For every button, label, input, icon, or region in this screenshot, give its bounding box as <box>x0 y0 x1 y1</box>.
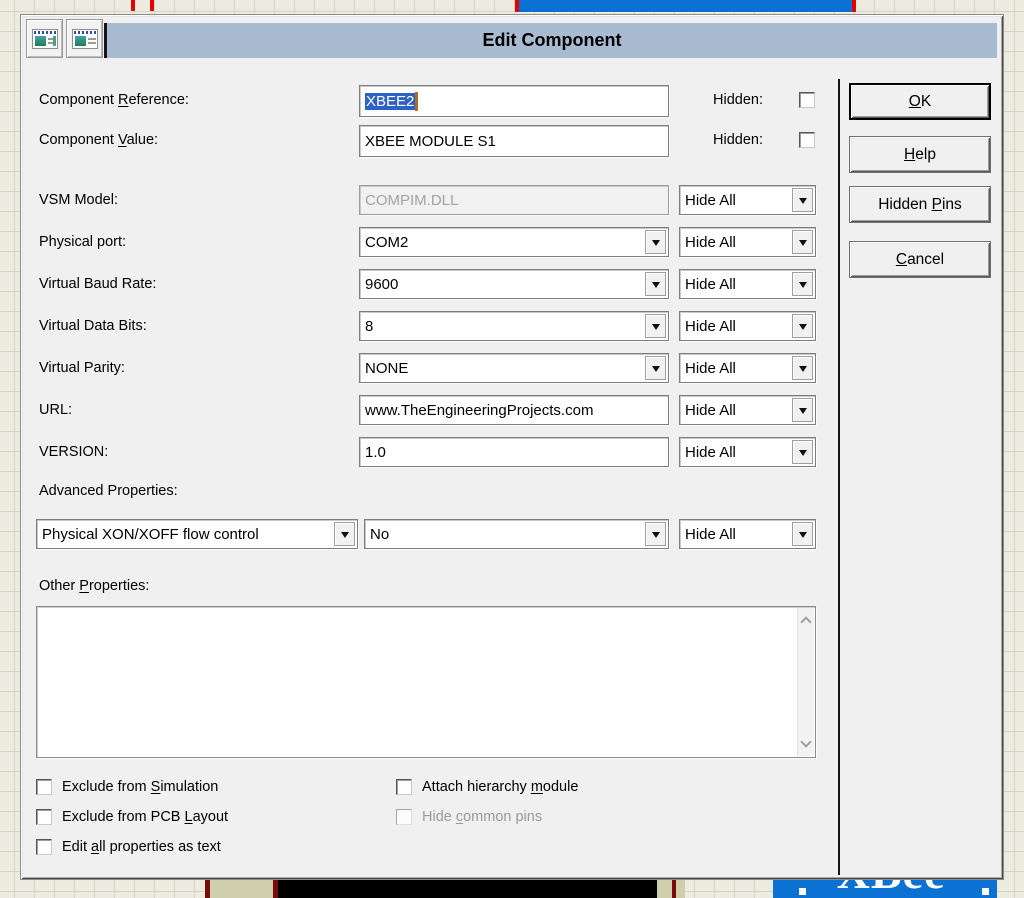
attach-hierarchy-module-option[interactable]: Attach hierarchy module <box>396 779 578 795</box>
button-column-divider <box>838 79 840 875</box>
chevron-down-icon[interactable] <box>792 398 813 422</box>
chevron-down-icon[interactable] <box>792 522 813 546</box>
ok-button[interactable]: OK <box>849 83 991 120</box>
version-hide-select[interactable]: Hide All <box>679 437 816 467</box>
value-hidden-checkbox[interactable] <box>799 132 815 148</box>
form-preview-icon <box>32 29 58 49</box>
chevron-down-icon[interactable] <box>792 440 813 464</box>
help-button[interactable]: Help <box>849 136 991 173</box>
chevron-down-icon[interactable] <box>792 272 813 296</box>
schematic-canvas: XBee Edit Component Component Reference:… <box>0 0 1024 898</box>
reference-hidden-checkbox[interactable] <box>799 92 815 108</box>
schematic-black-block <box>278 880 657 898</box>
chevron-down-icon[interactable] <box>792 188 813 212</box>
schematic-blue-block <box>519 0 852 12</box>
chevron-down-icon[interactable] <box>645 314 666 338</box>
red-wire-segment <box>150 0 154 11</box>
virtual-baud-rate-select[interactable]: 9600 <box>359 269 669 299</box>
chevron-down-icon[interactable] <box>334 522 355 546</box>
edit-all-properties-as-text-option[interactable]: Edit all properties as text <box>36 839 221 855</box>
hide-common-pins-label: Hide common pins <box>422 809 542 825</box>
edit-all-properties-as-text-checkbox[interactable] <box>36 839 52 855</box>
attach-hierarchy-module-label: Attach hierarchy module <box>422 779 578 795</box>
hidden-pins-button[interactable]: Hidden Pins <box>849 186 991 223</box>
hidden-label: Hidden: <box>713 92 763 108</box>
dialog-titlebar[interactable]: Edit Component <box>104 23 997 58</box>
advanced-property-selector[interactable]: Physical XON/XOFF flow control <box>36 519 358 549</box>
component-value-label: Component Value: <box>39 132 158 148</box>
selected-text: XBEE2 <box>365 93 415 110</box>
edit-all-properties-as-text-label: Edit all properties as text <box>62 839 221 855</box>
exclude-from-simulation-option[interactable]: Exclude from Simulation <box>36 779 218 795</box>
virtual-data-bits-hide-select[interactable]: Hide All <box>679 311 816 341</box>
exclude-from-pcb-layout-label: Exclude from PCB Layout <box>62 809 228 825</box>
version-input[interactable]: 1.0 <box>359 437 669 467</box>
hide-common-pins-option: Hide common pins <box>396 809 542 825</box>
physical-port-select[interactable]: COM2 <box>359 227 669 257</box>
schematic-khaki-block <box>657 880 685 898</box>
chevron-down-icon[interactable] <box>645 356 666 380</box>
virtual-baud-rate-label: Virtual Baud Rate: <box>39 276 156 292</box>
chevron-down-icon[interactable] <box>792 314 813 338</box>
logo-dot <box>982 888 989 895</box>
dialog-title: Edit Component <box>483 30 622 51</box>
schematic-khaki-block <box>210 880 273 898</box>
virtual-parity-select[interactable]: NONE <box>359 353 669 383</box>
advanced-property-value-select[interactable]: No <box>364 519 669 549</box>
advanced-properties-label: Advanced Properties: <box>39 483 178 499</box>
red-wire-segment <box>131 0 135 11</box>
dialog-preview-icon-button[interactable] <box>66 19 103 58</box>
edit-component-dialog: Edit Component Component Reference: XBEE… <box>20 14 1004 880</box>
vsm-model-label: VSM Model: <box>39 192 118 208</box>
dark-red-wire-segment <box>672 880 676 898</box>
hidden-label: Hidden: <box>713 132 763 148</box>
logo-dot <box>799 888 806 895</box>
virtual-baud-rate-hide-select[interactable]: Hide All <box>679 269 816 299</box>
exclude-from-pcb-layout-option[interactable]: Exclude from PCB Layout <box>36 809 228 825</box>
physical-port-label: Physical port: <box>39 234 126 250</box>
xbee-component-graphic: XBee <box>773 880 997 898</box>
attach-hierarchy-module-checkbox[interactable] <box>396 779 412 795</box>
virtual-data-bits-select[interactable]: 8 <box>359 311 669 341</box>
version-label: VERSION: <box>39 444 108 460</box>
scroll-down-icon[interactable] <box>800 736 811 747</box>
xbee-logo-text: XBee <box>811 880 971 898</box>
chevron-down-icon[interactable] <box>792 230 813 254</box>
physical-port-hide-select[interactable]: Hide All <box>679 227 816 257</box>
exclude-from-simulation-label: Exclude from Simulation <box>62 779 218 795</box>
virtual-parity-label: Virtual Parity: <box>39 360 125 376</box>
other-properties-label: Other Properties: <box>39 578 149 594</box>
url-input[interactable]: www.TheEngineeringProjects.com <box>359 395 669 425</box>
component-reference-input[interactable]: XBEE2 <box>359 85 669 117</box>
virtual-parity-hide-select[interactable]: Hide All <box>679 353 816 383</box>
exclude-from-simulation-checkbox[interactable] <box>36 779 52 795</box>
chevron-down-icon[interactable] <box>645 272 666 296</box>
chevron-down-icon[interactable] <box>645 522 666 546</box>
red-wire-segment <box>852 0 856 12</box>
hide-common-pins-checkbox <box>396 809 412 825</box>
form-preview-icon <box>72 29 98 49</box>
dialog-preview-icon-button[interactable] <box>26 19 63 58</box>
chevron-down-icon[interactable] <box>645 230 666 254</box>
advanced-property-hide-select[interactable]: Hide All <box>679 519 816 549</box>
chevron-down-icon[interactable] <box>792 356 813 380</box>
component-reference-label: Component Reference: <box>39 92 189 108</box>
text-caret <box>415 92 418 111</box>
url-label: URL: <box>39 402 72 418</box>
other-properties-textarea[interactable] <box>36 606 816 758</box>
vertical-scrollbar[interactable] <box>797 608 814 756</box>
cancel-button[interactable]: Cancel <box>849 241 991 278</box>
virtual-data-bits-label: Virtual Data Bits: <box>39 318 147 334</box>
vsm-model-hide-select[interactable]: Hide All <box>679 185 816 215</box>
vsm-model-field: COMPIM.DLL <box>359 185 669 215</box>
scroll-up-icon[interactable] <box>800 616 811 627</box>
component-value-input[interactable]: XBEE MODULE S1 <box>359 125 669 157</box>
exclude-from-pcb-layout-checkbox[interactable] <box>36 809 52 825</box>
url-hide-select[interactable]: Hide All <box>679 395 816 425</box>
